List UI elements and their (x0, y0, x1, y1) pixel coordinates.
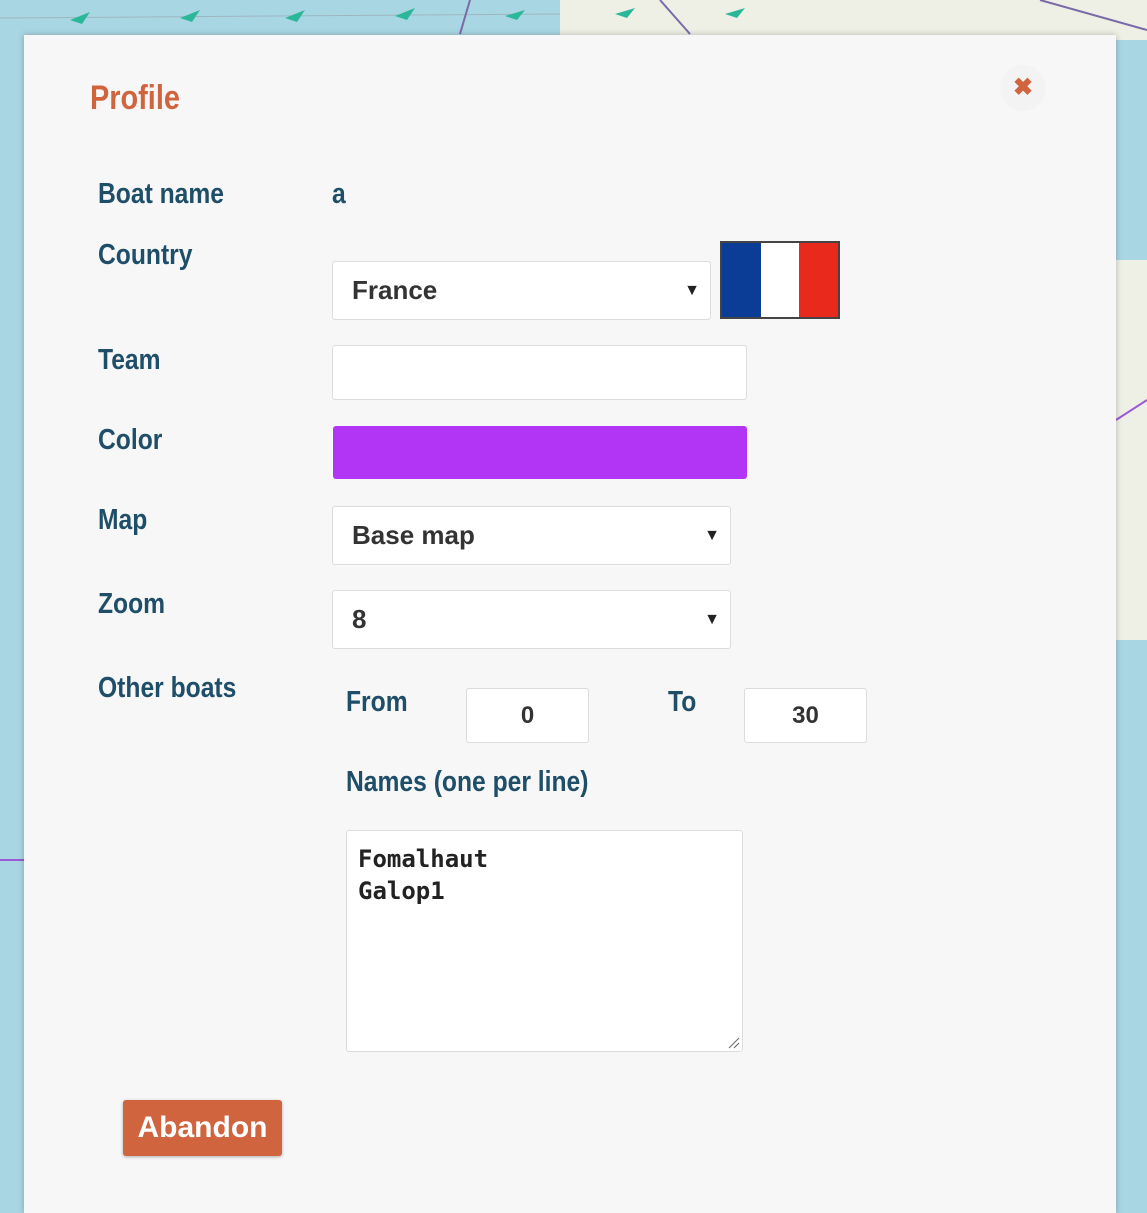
resize-handle-icon[interactable] (726, 1035, 740, 1049)
boat-name-value: a (332, 178, 346, 210)
close-icon: ✖ (1012, 74, 1034, 101)
team-input[interactable] (332, 345, 747, 400)
from-input[interactable]: 0 (466, 688, 589, 743)
boat-name-line: Fomalhaut (358, 845, 489, 873)
map-select-value: Base map (352, 520, 475, 550)
zoom-select[interactable]: 8 ▼ (332, 590, 731, 649)
to-input[interactable]: 30 (744, 688, 867, 743)
team-label: Team (98, 344, 161, 376)
chevron-down-icon: ▼ (704, 526, 720, 544)
boat-name-line: Galop1 (358, 877, 445, 905)
france-flag-icon (720, 241, 840, 319)
zoom-label: Zoom (98, 588, 166, 620)
names-label: Names (one per line) (346, 766, 589, 798)
boat-names-textarea[interactable]: Fomalhaut Galop1 (346, 830, 743, 1052)
country-label: Country (98, 239, 193, 271)
to-label: To (668, 686, 697, 718)
map-select[interactable]: Base map ▼ (332, 506, 731, 565)
map-label: Map (98, 504, 148, 536)
zoom-select-value: 8 (352, 604, 367, 634)
color-label: Color (98, 424, 163, 456)
chevron-down-icon: ▼ (684, 281, 700, 299)
boat-name-label: Boat name (98, 178, 225, 210)
dialog-title: Profile (90, 79, 180, 117)
flag-stripe-red (799, 243, 839, 317)
country-select[interactable]: France ▼ (332, 261, 711, 320)
other-boats-label: Other boats (98, 672, 237, 704)
profile-dialog: Profile ✖ Boat name a Country France ▼ T… (24, 35, 1116, 1213)
from-label: From (346, 686, 408, 718)
abandon-button[interactable]: Abandon (123, 1100, 282, 1156)
chevron-down-icon: ▼ (704, 610, 720, 628)
flag-stripe-white (760, 243, 800, 317)
flag-stripe-blue (722, 243, 761, 317)
close-button[interactable]: ✖ (1000, 65, 1046, 111)
color-picker[interactable] (333, 426, 747, 479)
country-select-value: France (352, 275, 438, 305)
